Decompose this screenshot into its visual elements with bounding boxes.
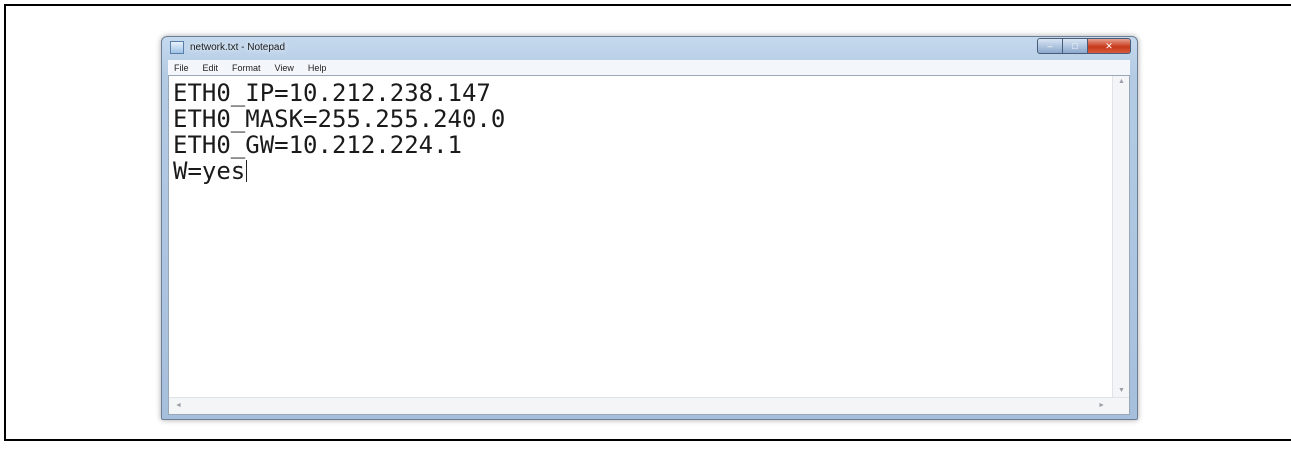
editor-line: ETH0_IP=10.212.238.147 [173, 79, 491, 107]
editor-line: ETH0_GW=10.212.224.1 [173, 131, 462, 159]
menu-edit[interactable]: Edit [203, 63, 219, 73]
editor-text[interactable]: ETH0_IP=10.212.238.147 ETH0_MASK=255.255.… [173, 80, 1103, 380]
text-editor[interactable]: ETH0_IP=10.212.238.147 ETH0_MASK=255.255.… [168, 75, 1130, 415]
scroll-left-arrow-icon[interactable]: ◄ [175, 402, 182, 409]
scroll-right-arrow-icon[interactable]: ► [1098, 402, 1105, 409]
menu-bar: File Edit Format View Help [168, 60, 1130, 76]
window-title: network.txt - Notepad [190, 42, 286, 53]
text-caret [246, 160, 248, 182]
notepad-window: network.txt - Notepad – □ ✕ File Edit Fo… [161, 36, 1138, 420]
editor-line: W=yes [173, 157, 246, 185]
notepad-icon[interactable] [170, 41, 184, 54]
vertical-scrollbar[interactable]: ▲ ▼ [1112, 76, 1129, 414]
title-bar[interactable]: network.txt - Notepad – □ ✕ [162, 37, 1137, 59]
horizontal-scrollbar[interactable]: ◄ ► [169, 397, 1129, 414]
scroll-up-arrow-icon[interactable]: ▲ [1118, 78, 1125, 85]
close-button[interactable]: ✕ [1088, 38, 1131, 54]
caption-buttons: – □ ✕ [1037, 38, 1131, 55]
maximize-button[interactable]: □ [1063, 38, 1088, 54]
scroll-down-arrow-icon[interactable]: ▼ [1118, 387, 1125, 394]
minimize-button[interactable]: – [1037, 38, 1063, 54]
menu-help[interactable]: Help [308, 63, 327, 73]
editor-line-with-caret: W=yes [173, 158, 1103, 184]
menu-view[interactable]: View [275, 63, 294, 73]
menu-format[interactable]: Format [232, 63, 261, 73]
editor-line: ETH0_MASK=255.255.240.0 [173, 105, 506, 133]
menu-file[interactable]: File [174, 63, 189, 73]
